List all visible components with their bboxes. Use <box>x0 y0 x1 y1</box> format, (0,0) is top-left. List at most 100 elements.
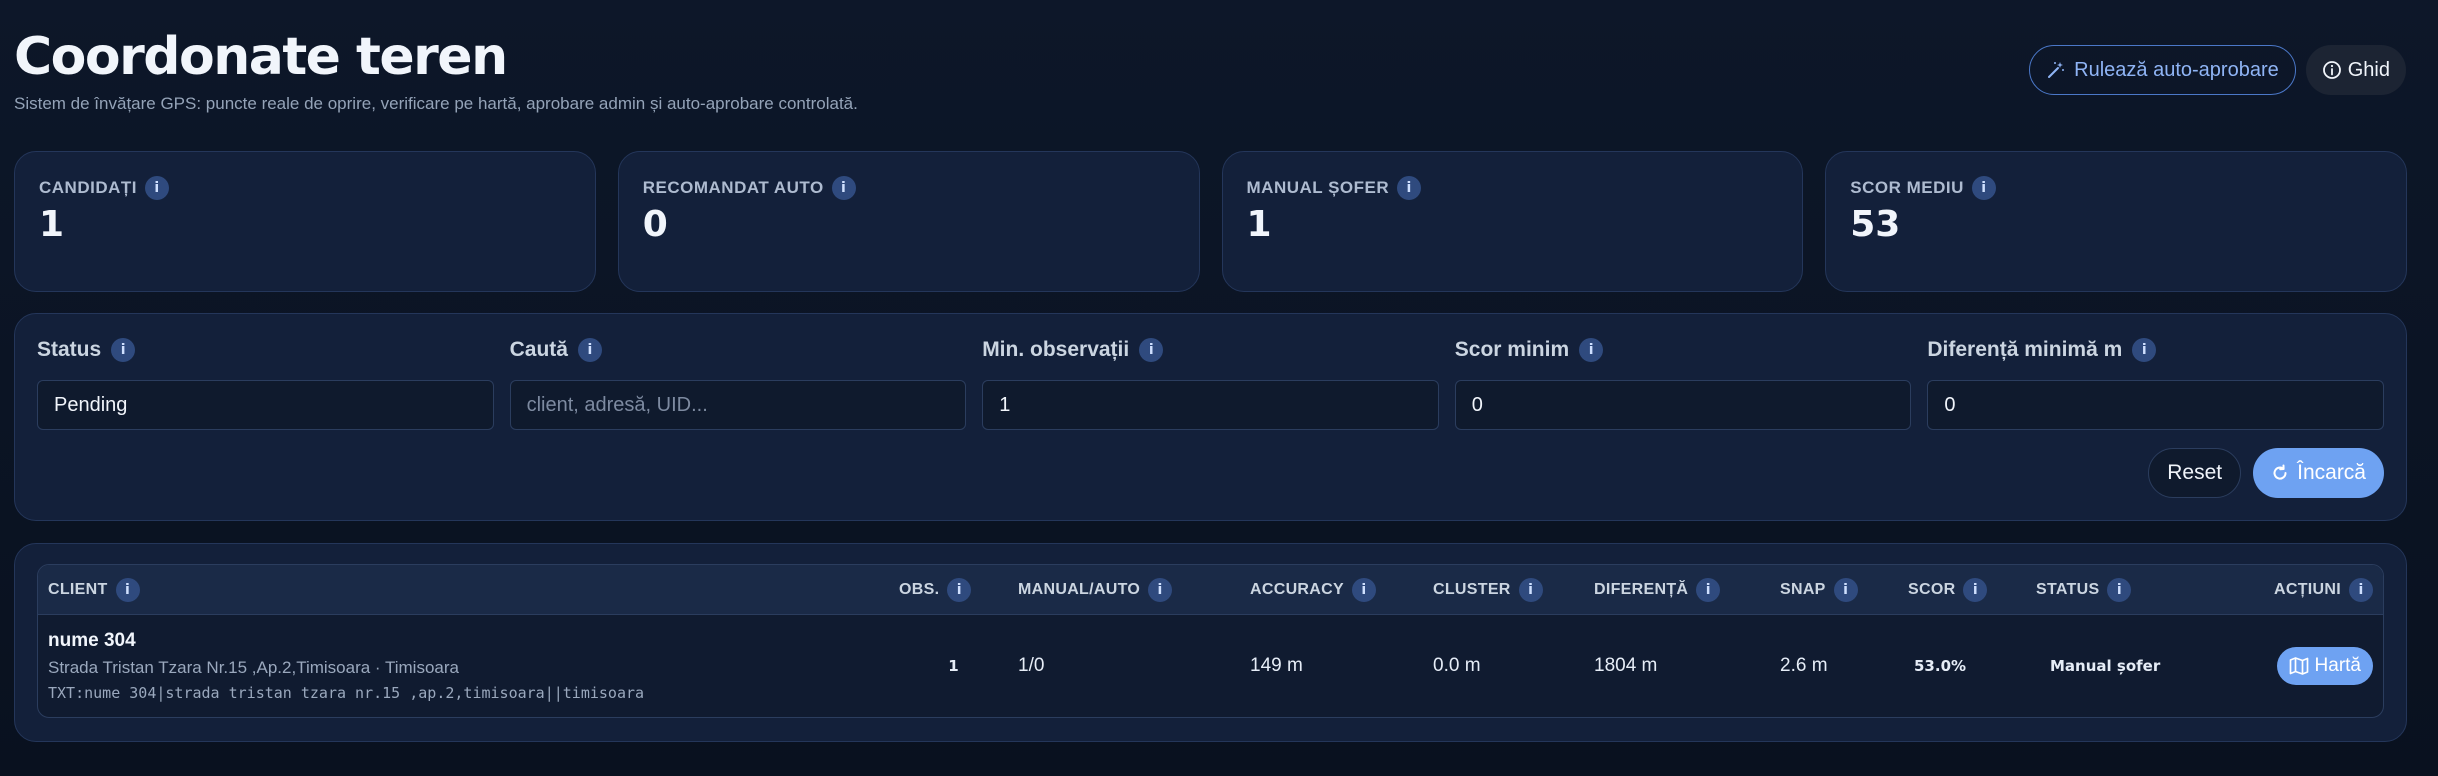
status-badge: Manual șofer <box>2050 657 2161 675</box>
stat-value: 53 <box>1850 204 1901 245</box>
stat-label: RECOMANDAT AUTO <box>642 178 824 197</box>
info-icon[interactable]: i <box>2132 338 2157 362</box>
filter-status: Status i Pending <box>37 336 494 430</box>
column-header-actions: ACȚIUNI i <box>2198 577 2383 602</box>
info-icon[interactable]: i <box>577 338 602 362</box>
column-header-manual-auto: MANUAL/AUTO i <box>1008 577 1240 602</box>
min-difference-input[interactable]: 0 <box>1927 380 2384 430</box>
header-actions: Rulează auto-aprobare Ghid <box>2029 45 2406 95</box>
column-label: MANUAL/AUTO <box>1018 580 1141 598</box>
snap-cell: 2.6 m <box>1780 655 1828 676</box>
filter-min-diff-label: Diferență minimă m <box>1927 338 2123 361</box>
page-subtitle: Sistem de învățare GPS: puncte reale de … <box>14 94 858 113</box>
info-icon[interactable]: i <box>1833 577 1858 602</box>
filters-panel: Status i Pending Caută i client, adresă,… <box>14 313 2407 521</box>
column-label: DIFERENȚĂ <box>1594 580 1689 598</box>
stat-card-average-score: SCOR MEDIU i 53 <box>1825 151 2407 292</box>
column-header-score: SCOR i <box>1898 577 2026 602</box>
status-select[interactable]: Pending <box>37 380 494 430</box>
stats-row: CANDIDAȚI i 1 RECOMANDAT AUTO i 0 MANUAL… <box>14 151 2407 292</box>
info-icon[interactable]: i <box>1397 176 1422 200</box>
candidates-table-panel: CLIENT i OBS. i MANUAL/AUTO i ACCURACY i CLU… <box>14 543 2407 742</box>
column-label: CLIENT <box>48 580 108 598</box>
column-label: SNAP <box>1780 580 1826 598</box>
reset-button[interactable]: Reset <box>2148 448 2242 498</box>
obs-cell: 1 <box>948 657 959 675</box>
table-header: CLIENT i OBS. i MANUAL/AUTO i ACCURACY i CLU… <box>38 565 2383 615</box>
column-header-status: STATUS i <box>2026 577 2198 602</box>
refresh-icon <box>2273 464 2287 480</box>
client-address: Strada Tristan Tzara Nr.15 ,Ap.2,Timisoa… <box>48 658 459 677</box>
guide-button[interactable]: Ghid <box>2305 45 2406 95</box>
filter-label: Scor minim i <box>1455 336 1912 364</box>
stat-label: CANDIDAȚI <box>39 178 137 197</box>
column-label: STATUS <box>2036 580 2100 598</box>
info-icon[interactable]: i <box>111 338 136 362</box>
stat-value: 0 <box>642 204 668 245</box>
stat-value: 1 <box>1246 204 1272 245</box>
info-icon[interactable]: i <box>831 176 856 200</box>
info-icon[interactable]: i <box>1696 577 1721 602</box>
filter-label: Status i <box>37 336 494 364</box>
column-label: ACȚIUNI <box>2274 580 2341 598</box>
filter-min-score-label: Scor minim <box>1454 338 1570 361</box>
client-cell: nume 304 Strada Tristan Tzara Nr.15 ,Ap.… <box>38 630 889 702</box>
stat-label: MANUAL ȘOFER <box>1246 178 1390 197</box>
filter-label: Min. observații i <box>982 336 1439 364</box>
filter-search: Caută i client, adresă, UID... <box>509 336 967 430</box>
column-header-client: CLIENT i <box>38 577 889 602</box>
min-score-input[interactable]: 0 <box>1454 380 1912 430</box>
filter-min-obs-label: Min. observații <box>982 338 1130 361</box>
page-title: Coordonate teren <box>14 27 508 87</box>
map-label: Hartă <box>2314 655 2361 676</box>
guide-label: Ghid <box>2347 58 2390 81</box>
min-observations-input[interactable]: 1 <box>982 380 1439 430</box>
page-header: Coordonate teren Sistem de învățare GPS:… <box>14 26 858 114</box>
filter-search-label: Caută <box>509 338 568 361</box>
filter-min-score: Scor minim i 0 <box>1454 336 1912 430</box>
stat-card-recommended-auto: RECOMANDAT AUTO i 0 <box>617 151 1200 292</box>
magic-wand-icon <box>2048 62 2065 78</box>
actions-cell: Hartă <box>2198 647 2383 685</box>
client-txt: TXT:nume 304|strada tristan tzara nr.15 … <box>48 684 645 702</box>
filter-label: Diferență minimă m i <box>1927 336 2384 364</box>
info-icon[interactable]: i <box>1579 338 1604 362</box>
run-auto-approval-label: Rulează auto-aprobare <box>2074 58 2279 81</box>
column-label: CLUSTER <box>1433 580 1511 598</box>
info-icon[interactable]: i <box>1351 577 1376 602</box>
cluster-cell: 0.0 m <box>1433 655 1481 676</box>
info-icon[interactable]: i <box>1148 577 1173 602</box>
client-name: nume 304 <box>48 630 136 651</box>
info-icon[interactable]: i <box>145 176 169 200</box>
info-icon[interactable]: i <box>947 577 972 602</box>
run-auto-approval-button[interactable]: Rulează auto-aprobare <box>2029 45 2296 95</box>
info-icon[interactable]: i <box>1963 577 1988 602</box>
column-label: ACCURACY <box>1250 580 1344 598</box>
load-button[interactable]: Încarcă <box>2253 448 2384 498</box>
filter-status-label: Status <box>37 338 102 361</box>
filter-min-difference: Diferență minimă m i 0 <box>1927 336 2384 430</box>
stat-card-manual-driver: MANUAL ȘOFER i 1 <box>1221 151 1804 292</box>
candidates-table: CLIENT i OBS. i MANUAL/AUTO i ACCURACY i CLU… <box>37 564 2384 718</box>
column-header-obs: OBS. i <box>889 577 1008 602</box>
stat-label-row: MANUAL ȘOFER i <box>1247 176 1779 200</box>
column-header-snap: SNAP i <box>1770 577 1898 602</box>
info-icon[interactable]: i <box>2107 577 2132 602</box>
info-icon[interactable]: i <box>2349 577 2373 602</box>
column-label: OBS. <box>899 580 940 598</box>
manual-auto-cell: 1/0 <box>1018 655 1045 676</box>
map-button[interactable]: Hartă <box>2276 647 2373 685</box>
column-header-cluster: CLUSTER i <box>1423 577 1584 602</box>
score-cell: 53.0% <box>1914 657 1967 675</box>
info-icon[interactable]: i <box>115 577 140 602</box>
stat-value: 1 <box>39 204 65 245</box>
filter-min-observations: Min. observații i 1 <box>982 336 1439 430</box>
info-icon[interactable]: i <box>1971 176 1996 200</box>
load-label: Încarcă <box>2297 461 2366 484</box>
info-icon[interactable]: i <box>1139 338 1164 362</box>
info-icon[interactable]: i <box>1518 577 1543 602</box>
stat-label-row: SCOR MEDIU i <box>1850 176 2382 200</box>
column-header-difference: DIFERENȚĂ i <box>1584 577 1770 602</box>
search-input[interactable]: client, adresă, UID... <box>509 380 967 430</box>
filter-row: Status i Pending Caută i client, adresă,… <box>37 336 2384 430</box>
